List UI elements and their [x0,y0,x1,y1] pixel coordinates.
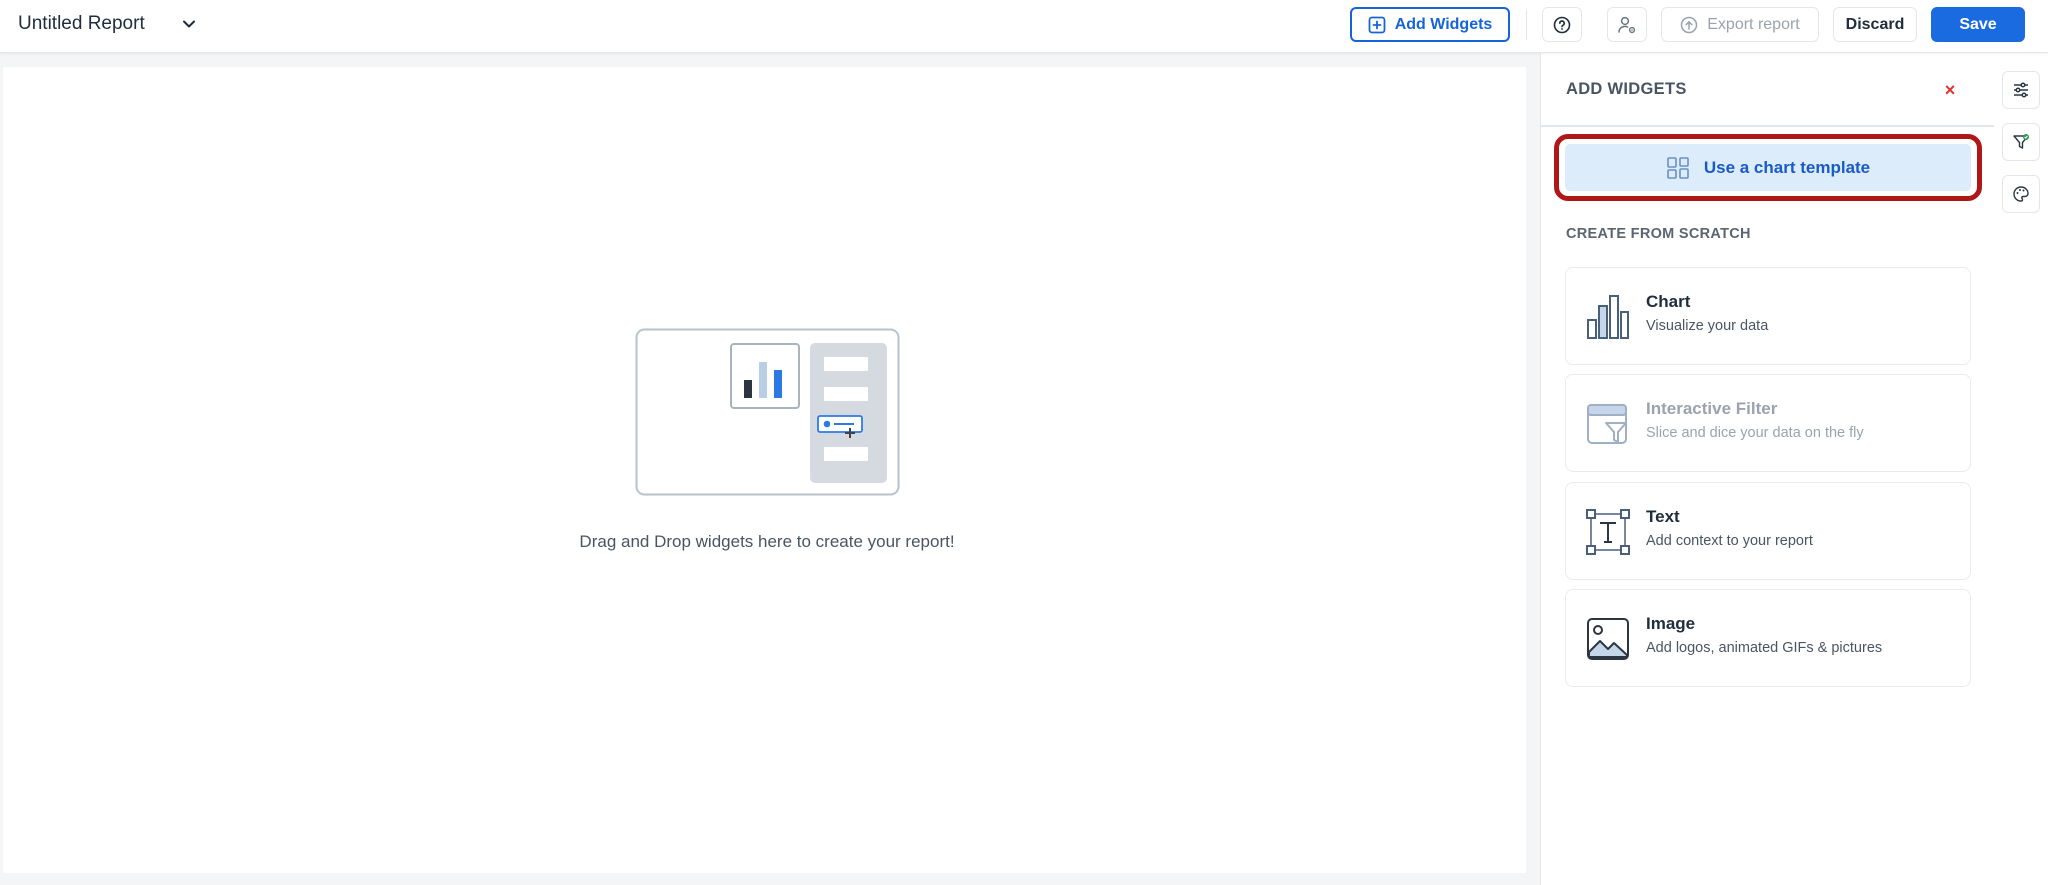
export-report-label: Export report [1707,15,1800,33]
report-title[interactable]: Untitled Report [18,13,145,35]
add-widgets-button[interactable]: Add Widgets [1350,7,1510,42]
save-button[interactable]: Save [1931,7,2025,42]
template-grid-icon [1667,156,1689,179]
text-box-icon [1586,509,1630,555]
filters-rail-button[interactable] [2002,123,2040,161]
panel-divider [1541,125,1995,127]
empty-canvas-message: Drag and Drop widgets here to create you… [579,532,955,551]
add-widgets-panel: ADD WIDGETS × Use a chart template CREAT… [1540,53,1995,885]
top-bar: Untitled Report Add Widgets Export repor… [0,0,2048,53]
widget-name: Chart [1646,292,1691,311]
discard-button[interactable]: Discard [1833,7,1917,42]
help-button[interactable] [1542,7,1582,42]
filter-check-icon [2013,134,2029,149]
close-icon[interactable]: × [1939,79,1961,101]
toolbar-divider [1526,10,1527,40]
export-cloud-icon [1681,16,1698,33]
palette-icon [2013,186,2029,202]
widget-description: Visualize your data [1646,318,1769,334]
use-chart-template-button[interactable]: Use a chart template [1565,144,1971,191]
empty-canvas-illustration [635,328,900,496]
share-settings-button[interactable] [1607,7,1647,42]
widget-name: Interactive Filter [1646,399,1778,418]
plus-square-icon [1368,16,1386,33]
sliders-icon [2014,82,2028,98]
bar-chart-icon [1587,295,1629,339]
widget-description: Add logos, animated GIFs & pictures [1646,640,1883,656]
settings-rail-button[interactable] [2002,71,2040,109]
image-icon [1587,618,1629,660]
filter-widget-icon [1587,404,1627,444]
use-chart-template-label: Use a chart template [1703,157,1871,177]
panel-title: ADD WIDGETS [1566,80,1687,98]
export-report-button[interactable]: Export report [1661,7,1819,42]
section-heading: CREATE FROM SCRATCH [1566,226,1751,242]
widget-card-interactive-filter[interactable]: Interactive Filter Slice and dice your d… [1565,374,1971,472]
widget-description: Slice and dice your data on the fly [1646,425,1864,441]
chevron-down-icon[interactable] [180,15,198,33]
widget-card-image[interactable]: Image Add logos, animated GIFs & picture… [1565,589,1971,687]
widget-description: Add context to your report [1646,533,1813,549]
user-gear-icon [1618,16,1636,33]
widget-card-chart[interactable]: Chart Visualize your data [1565,267,1971,365]
report-canvas[interactable]: Drag and Drop widgets here to create you… [3,67,1526,873]
widget-name: Image [1646,614,1696,633]
widget-name: Text [1646,507,1680,526]
add-widgets-label: Add Widgets [1394,15,1493,33]
help-circle-icon [1553,16,1571,33]
theme-rail-button[interactable] [2002,175,2040,213]
right-tool-rail [1994,53,2048,885]
widget-card-text[interactable]: Text Add context to your report [1565,482,1971,580]
